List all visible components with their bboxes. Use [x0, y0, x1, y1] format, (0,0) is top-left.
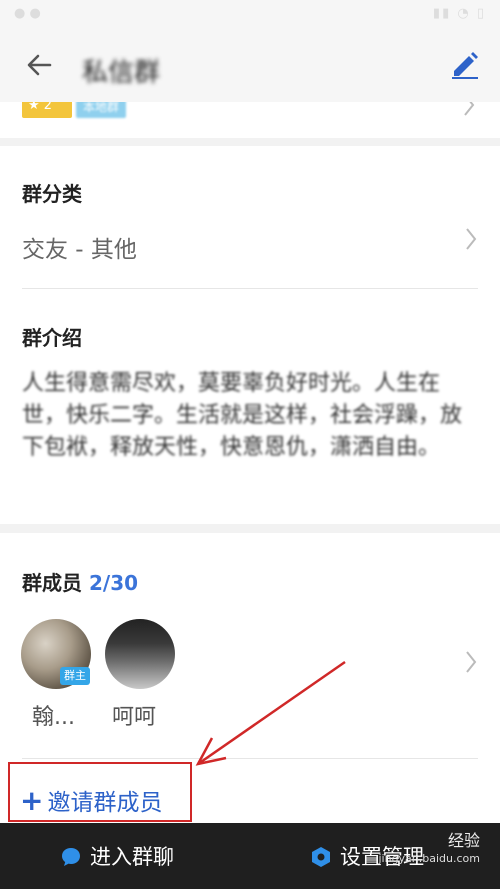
avatar[interactable] — [105, 619, 175, 689]
member-name: 翰... — [32, 705, 75, 730]
status-bar-left: ● ● — [14, 6, 41, 21]
page-title: 私信群 — [82, 58, 161, 88]
members-section: 群成员 2/30 群主 翰... 呵呵 + 邀请群成员 — [0, 533, 500, 823]
enter-chat-label: 进入群聊 — [90, 845, 174, 869]
invite-label: 邀请群成员 — [47, 790, 163, 816]
status-bar: ● ● ▮▮ ◔ ▯ — [0, 0, 500, 30]
group-tags-section: ★ 2 本地群 — [0, 102, 500, 138]
arrow-left-icon[interactable] — [22, 48, 56, 82]
group-info-section: 群分类 交友 - 其他 群介绍 人生得意需尽欢，莫要辜负好时光。人生在世，快乐二… — [0, 146, 500, 524]
watermark: 经验 jingyan.baidu.com — [378, 832, 480, 868]
local-group-badge: 本地群 — [76, 102, 126, 118]
enter-chat-button[interactable]: 进入群聊 — [60, 841, 174, 871]
hexagon-gear-icon — [312, 847, 330, 867]
watermark-url: jingyan.baidu.com — [378, 852, 480, 865]
category-label: 群分类 — [22, 182, 82, 206]
category-value[interactable]: 交友 - 其他 — [22, 230, 137, 264]
owner-badge: 群主 — [60, 667, 90, 685]
member-name: 呵呵 — [112, 705, 157, 730]
status-bar-right: ▮▮ ◔ ▯ — [432, 6, 486, 21]
chat-bubble-icon — [62, 848, 80, 866]
members-heading: 群成员 2/30 — [22, 567, 138, 596]
invite-members-button[interactable]: + 邀请群成员 — [20, 783, 162, 817]
intro-text: 人生得意需尽欢，莫要辜负好时光。人生在世，快乐二字。生活就是这样，社会浮躁，放下… — [22, 371, 463, 460]
plus-icon: + — [20, 784, 44, 817]
chevron-right-icon[interactable] — [464, 226, 478, 252]
app-bar: 私信群 — [0, 30, 500, 102]
divider — [22, 758, 478, 759]
intro-label: 群介绍 — [22, 326, 82, 350]
watermark-text: 经验 — [447, 831, 480, 850]
chevron-right-icon[interactable] — [462, 102, 476, 118]
members-label: 群成员 — [22, 571, 82, 595]
pencil-icon[interactable] — [448, 48, 482, 82]
level-badge: ★ 2 — [22, 102, 72, 118]
chevron-right-icon[interactable] — [464, 649, 478, 675]
divider — [22, 288, 478, 289]
members-count: 2/30 — [88, 571, 139, 595]
level-value: 2 — [43, 102, 53, 113]
